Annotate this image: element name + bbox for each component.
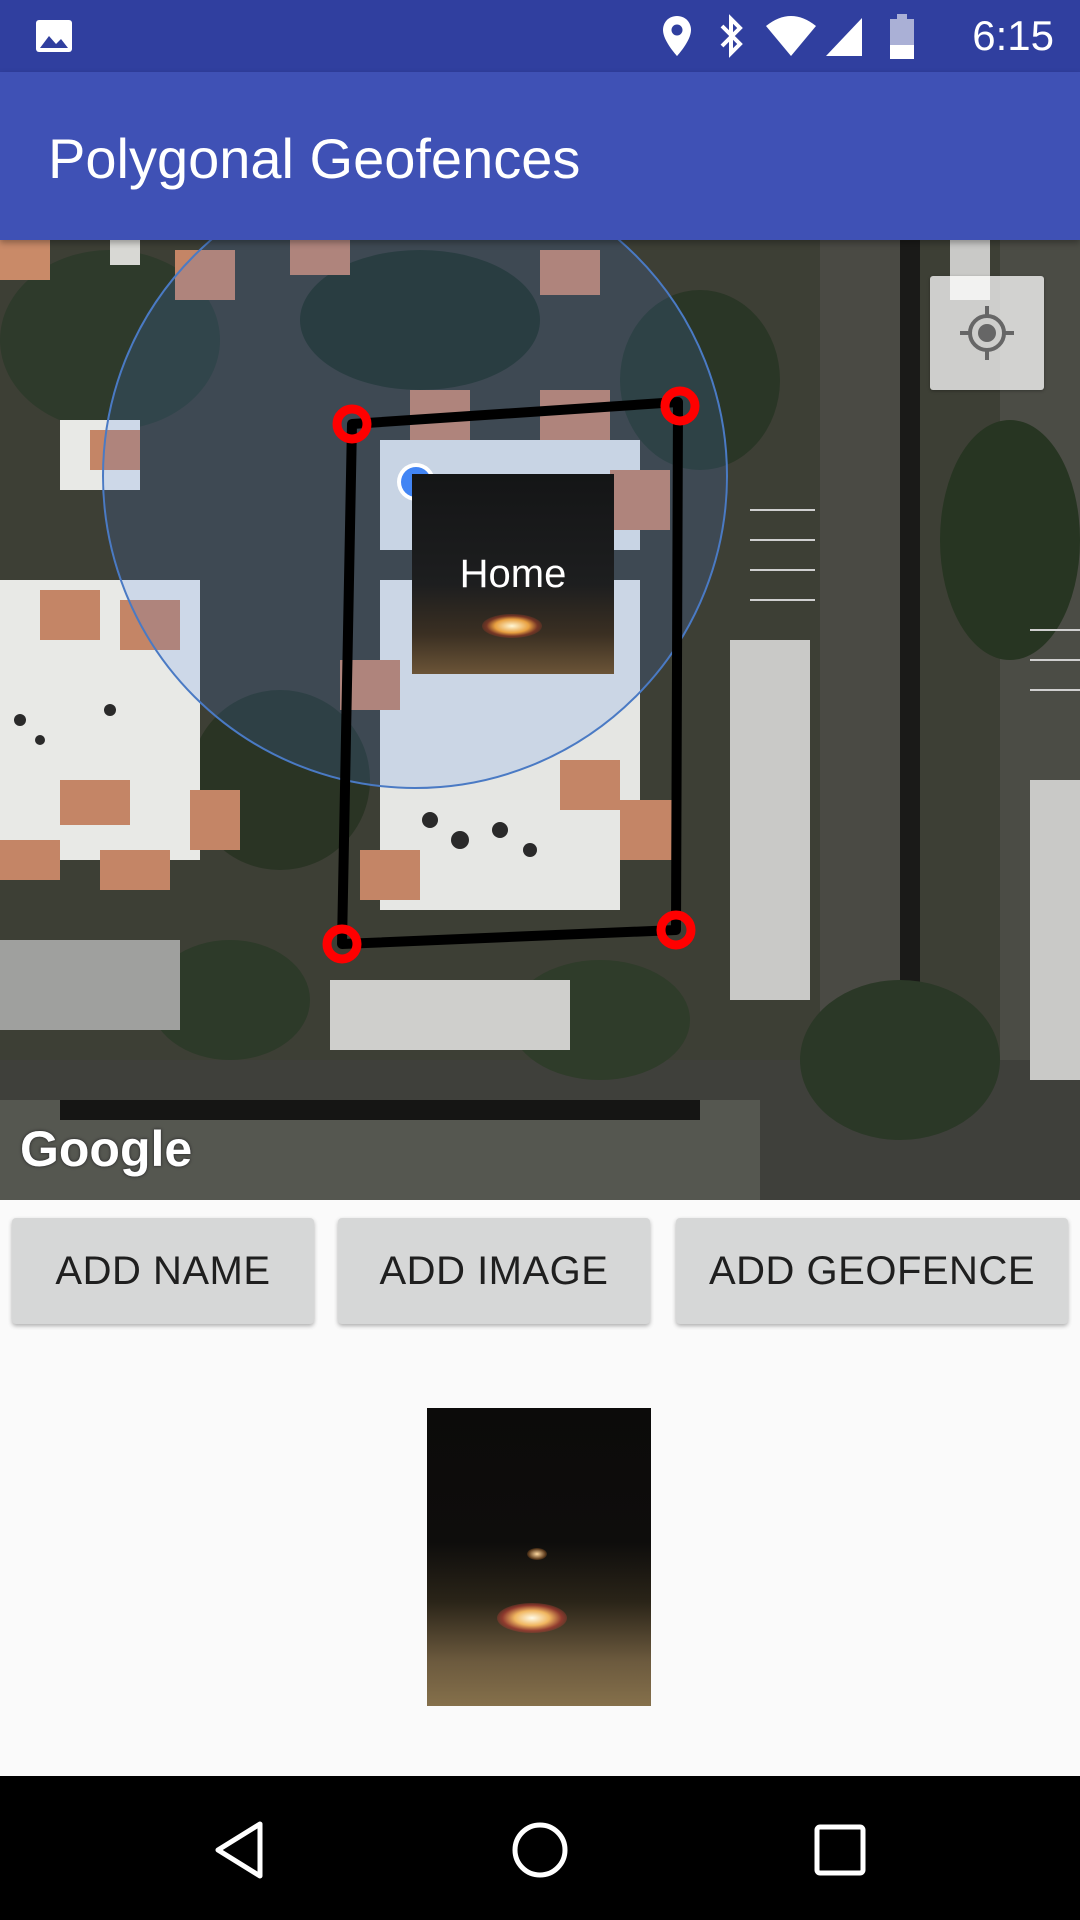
google-attribution: Google bbox=[20, 1121, 193, 1177]
wifi-icon bbox=[766, 16, 816, 56]
bluetooth-icon bbox=[720, 14, 743, 58]
my-location-icon bbox=[960, 306, 1014, 360]
add-geofence-button[interactable]: ADD GEOFENCE bbox=[676, 1218, 1068, 1324]
preview-distant-light bbox=[527, 1548, 547, 1560]
recents-icon[interactable] bbox=[808, 1818, 872, 1882]
my-location-button[interactable] bbox=[930, 276, 1044, 390]
navigation-bar bbox=[0, 1776, 1080, 1920]
image-preview bbox=[427, 1408, 651, 1706]
back-icon[interactable] bbox=[208, 1818, 272, 1882]
battery-icon bbox=[890, 14, 914, 59]
status-bar: 6:15 bbox=[0, 0, 1080, 72]
geofence-vertex[interactable] bbox=[320, 922, 364, 966]
signal-icon bbox=[826, 18, 862, 56]
map-view[interactable]: Home Google bbox=[0, 240, 1080, 1200]
geofence-vertex[interactable] bbox=[654, 908, 698, 952]
preview-light bbox=[497, 1603, 567, 1633]
app-bar: Polygonal Geofences bbox=[0, 72, 1080, 240]
marker-photo bbox=[482, 614, 542, 638]
satellite-imagery bbox=[0, 240, 1080, 1200]
home-icon[interactable] bbox=[508, 1818, 572, 1882]
marker-label: Home bbox=[459, 552, 567, 596]
status-time: 6:15 bbox=[972, 12, 1054, 59]
app-title: Polygonal Geofences bbox=[48, 127, 581, 190]
add-name-button[interactable]: ADD NAME bbox=[12, 1218, 314, 1324]
location-icon bbox=[663, 16, 691, 56]
home-marker[interactable]: Home bbox=[412, 474, 614, 674]
add-image-button[interactable]: ADD IMAGE bbox=[338, 1218, 650, 1324]
geofence-vertex[interactable] bbox=[658, 384, 702, 428]
image-icon bbox=[36, 20, 72, 52]
geofence-vertex[interactable] bbox=[330, 402, 374, 446]
